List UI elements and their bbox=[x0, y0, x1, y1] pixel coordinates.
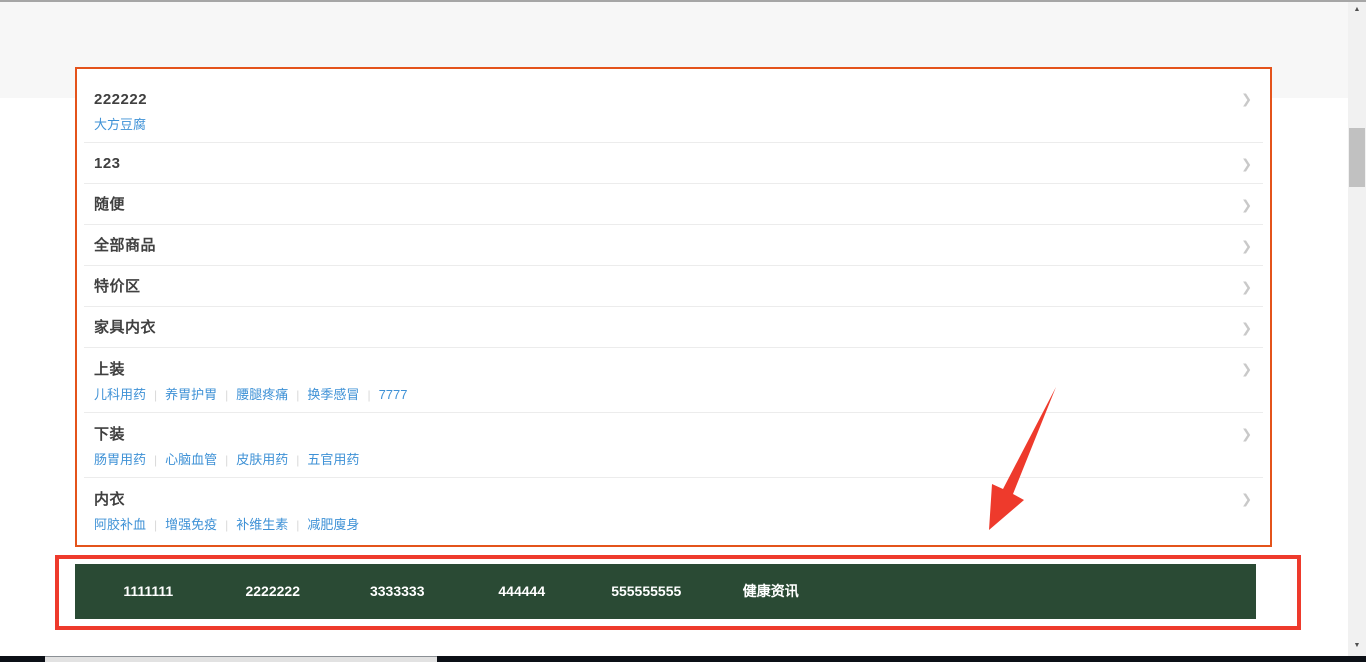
category-row[interactable]: 上装 儿科用药 | 养胃护胃 | 腰腿疼痛 | 换季感冒 | 7777 ❯ bbox=[77, 348, 1270, 413]
category-panel: 222222 大方豆腐 ❯ 123 ❯ 随便 ❯ 全部商品 ❯ 特价区 ❯ 家具… bbox=[75, 67, 1272, 547]
category-row[interactable]: 123 ❯ bbox=[77, 143, 1270, 184]
chevron-right-icon: ❯ bbox=[1241, 363, 1252, 376]
subcategory-link[interactable]: 皮肤用药 bbox=[236, 452, 288, 467]
page-top-border bbox=[0, 0, 1366, 2]
category-row[interactable]: 222222 大方豆腐 ❯ bbox=[77, 69, 1270, 143]
scrollbar-track[interactable]: ▲ ▼ bbox=[1348, 0, 1366, 656]
category-title: 家具内衣 bbox=[94, 317, 1253, 338]
link-separator: | bbox=[225, 388, 228, 402]
category-row[interactable]: 特价区 ❯ bbox=[77, 266, 1270, 307]
scrollbar-thumb[interactable] bbox=[1349, 128, 1365, 187]
link-separator: | bbox=[296, 388, 299, 402]
subcategory-link[interactable]: 补维生素 bbox=[236, 517, 288, 532]
chevron-right-icon: ❯ bbox=[1241, 198, 1252, 211]
subcategory-link[interactable]: 减肥廋身 bbox=[307, 517, 359, 532]
link-separator: | bbox=[154, 518, 157, 532]
chevron-right-icon: ❯ bbox=[1241, 157, 1252, 170]
scroll-up-icon[interactable]: ▲ bbox=[1348, 2, 1366, 18]
scroll-down-icon[interactable]: ▼ bbox=[1348, 638, 1366, 654]
link-separator: | bbox=[296, 518, 299, 532]
link-separator: | bbox=[225, 518, 228, 532]
subcategory-link[interactable]: 换季感冒 bbox=[307, 387, 359, 402]
chevron-right-icon: ❯ bbox=[1241, 428, 1252, 441]
footer-nav-item[interactable]: 2222222 bbox=[211, 564, 336, 619]
subcategory-link[interactable]: 增强免疫 bbox=[165, 517, 217, 532]
subcategory-link[interactable]: 儿科用药 bbox=[94, 387, 146, 402]
subcategory-link[interactable]: 五官用药 bbox=[307, 452, 359, 467]
subcategory-link[interactable]: 腰腿疼痛 bbox=[236, 387, 288, 402]
subcategory-link[interactable]: 养胃护胃 bbox=[165, 387, 217, 402]
category-sublinks: 肠胃用药 | 心脑血管 | 皮肤用药 | 五官用药 bbox=[94, 450, 1253, 470]
footer-nav-item[interactable]: 3333333 bbox=[335, 564, 460, 619]
subcategory-link[interactable]: 心脑血管 bbox=[165, 452, 217, 467]
category-title: 特价区 bbox=[94, 276, 1253, 297]
subcategory-link[interactable]: 阿胶补血 bbox=[94, 517, 146, 532]
taskbar-strip bbox=[0, 656, 1366, 662]
footer-nav-item[interactable]: 444444 bbox=[460, 564, 585, 619]
category-title: 123 bbox=[94, 153, 1253, 174]
category-row[interactable]: 随便 ❯ bbox=[77, 184, 1270, 225]
link-separator: | bbox=[154, 388, 157, 402]
category-row[interactable]: 下装 肠胃用药 | 心脑血管 | 皮肤用药 | 五官用药 ❯ bbox=[77, 413, 1270, 478]
footer-nav-item[interactable]: 健康资讯 bbox=[709, 564, 834, 619]
category-row[interactable]: 全部商品 ❯ bbox=[77, 225, 1270, 266]
category-sublinks: 大方豆腐 bbox=[94, 115, 1253, 134]
taskbar-window-segment bbox=[45, 656, 437, 662]
footer-nav-item[interactable]: 1111111 bbox=[86, 564, 211, 619]
subcategory-link[interactable]: 肠胃用药 bbox=[94, 452, 146, 467]
category-row[interactable]: 家具内衣 ❯ bbox=[77, 307, 1270, 348]
footer-nav-bar: 111111122222223333333444444555555555健康资讯 bbox=[75, 564, 1256, 619]
category-title: 222222 bbox=[94, 89, 1253, 110]
category-title: 内衣 bbox=[94, 489, 1253, 510]
chevron-right-icon: ❯ bbox=[1241, 493, 1252, 506]
category-title: 下装 bbox=[94, 424, 1253, 445]
category-title: 随便 bbox=[94, 194, 1253, 215]
category-sublinks: 儿科用药 | 养胃护胃 | 腰腿疼痛 | 换季感冒 | 7777 bbox=[94, 385, 1253, 405]
category-title: 全部商品 bbox=[94, 235, 1253, 256]
chevron-right-icon: ❯ bbox=[1241, 280, 1252, 293]
page-root: 222222 大方豆腐 ❯ 123 ❯ 随便 ❯ 全部商品 ❯ 特价区 ❯ 家具… bbox=[0, 0, 1366, 662]
chevron-right-icon: ❯ bbox=[1241, 93, 1252, 106]
footer-nav-item[interactable]: 555555555 bbox=[584, 564, 709, 619]
chevron-right-icon: ❯ bbox=[1241, 239, 1252, 252]
footer-nav-list: 111111122222223333333444444555555555健康资讯 bbox=[75, 564, 1256, 619]
link-separator: | bbox=[296, 453, 299, 467]
link-separator: | bbox=[154, 453, 157, 467]
link-separator: | bbox=[225, 453, 228, 467]
link-separator: | bbox=[367, 388, 370, 402]
category-title: 上装 bbox=[94, 359, 1253, 380]
chevron-right-icon: ❯ bbox=[1241, 321, 1252, 334]
subcategory-link[interactable]: 大方豆腐 bbox=[94, 117, 146, 132]
subcategory-link[interactable]: 7777 bbox=[379, 387, 408, 402]
category-sublinks: 阿胶补血 | 增强免疫 | 补维生素 | 减肥廋身 bbox=[94, 515, 1253, 535]
category-row[interactable]: 内衣 阿胶补血 | 增强免疫 | 补维生素 | 减肥廋身 ❯ bbox=[77, 478, 1270, 545]
